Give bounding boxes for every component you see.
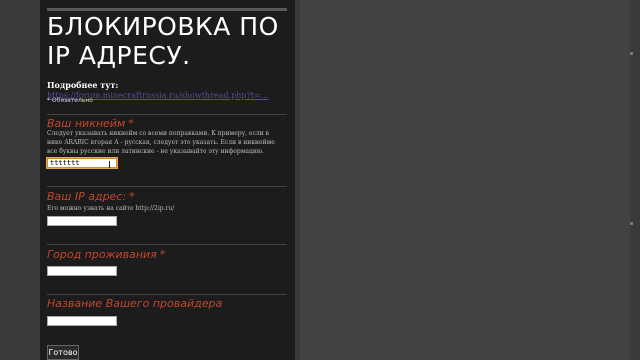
required-note: * Обязательно (47, 97, 93, 104)
ip-input[interactable] (47, 216, 117, 226)
divider (47, 186, 287, 187)
nickname-input[interactable]: ttttttt (47, 158, 117, 168)
divider (47, 294, 287, 295)
divider (47, 114, 287, 115)
required-star: * (159, 248, 166, 261)
form-title: БЛОКИРОВКА ПО IP АДРЕСУ. (47, 12, 279, 70)
text-cursor-icon (109, 161, 110, 168)
scrollbar-marker (630, 52, 633, 55)
provider-input[interactable] (47, 316, 117, 326)
page-background-right (300, 0, 630, 360)
question-ip-help: Его можно узнать на сайте http://2ip.ru/ (47, 205, 175, 212)
divider (47, 244, 287, 245)
city-input[interactable] (47, 266, 117, 276)
question-ip-label: Ваш IP адрес: * (47, 190, 135, 203)
more-info-label: Подробнее тут: (47, 80, 119, 90)
question-nickname-help: Следует указывать никнейм со всеми попра… (47, 130, 275, 155)
scrollbar-marker (630, 222, 633, 225)
page-background-left (0, 0, 40, 360)
top-rule (47, 8, 287, 11)
question-provider-label: Название Вашего провайдера (47, 297, 223, 310)
submit-button[interactable]: Готово (47, 345, 79, 360)
question-city-label: Город проживания * (47, 248, 166, 261)
required-star: * (129, 190, 135, 203)
